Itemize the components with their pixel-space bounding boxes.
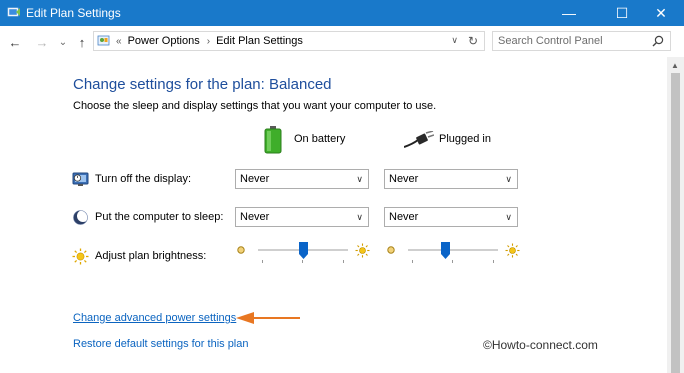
up-button[interactable]: ↑ — [74, 34, 90, 50]
window-title: Edit Plan Settings — [26, 6, 121, 20]
scroll-up-icon[interactable]: ▲ — [671, 61, 679, 70]
bright-sun-icon — [355, 243, 370, 258]
display-battery-select[interactable]: Never ∨ — [235, 169, 369, 189]
sleep-label: Put the computer to sleep: — [95, 211, 224, 223]
page-title: Change settings for the plan: Balanced — [73, 76, 332, 93]
forward-button[interactable]: → — [34, 34, 50, 50]
display-plugged-select[interactable]: Never ∨ — [384, 169, 518, 189]
slider-tick — [412, 260, 413, 263]
control-panel-icon — [97, 35, 110, 46]
watermark: ©Howto-connect.com — [483, 338, 598, 352]
sleep-moon-icon — [73, 210, 89, 225]
slider-thumb[interactable] — [441, 242, 450, 259]
dim-sun-icon — [387, 246, 395, 254]
battery-icon — [264, 126, 282, 154]
display-battery-value: Never — [240, 173, 270, 185]
search-input[interactable] — [498, 33, 643, 49]
slider-tick — [343, 260, 344, 263]
chevron-down-icon: ∨ — [356, 174, 363, 184]
power-options-app-icon — [7, 7, 20, 17]
brightness-battery-slider[interactable] — [258, 242, 348, 263]
slider-thumb[interactable] — [299, 242, 308, 259]
brightness-label: Adjust plan brightness: — [95, 250, 207, 262]
slider-track[interactable] — [408, 249, 498, 251]
slider-tick — [452, 260, 453, 263]
display-icon — [72, 172, 89, 186]
plugged-in-label: Plugged in — [439, 133, 491, 145]
chevron-down-icon: ⌄ — [58, 36, 68, 48]
dim-sun-icon — [237, 246, 245, 254]
slider-tick — [262, 260, 263, 263]
search-icon[interactable] — [652, 35, 664, 47]
chevron-down-icon: ∨ — [505, 174, 512, 184]
close-button[interactable]: ✕ — [638, 0, 684, 26]
change-advanced-power-settings-link[interactable]: Change advanced power settings — [73, 312, 236, 324]
search-box[interactable] — [492, 31, 671, 51]
recent-locations-button[interactable]: ⌄ — [55, 34, 71, 50]
brightness-sun-icon — [72, 248, 89, 265]
back-arrow-icon: ← — [8, 34, 22, 50]
address-dropdown-icon[interactable]: ∨ — [451, 35, 458, 46]
sleep-plugged-value: Never — [389, 211, 419, 223]
bright-sun-icon — [505, 243, 520, 258]
sleep-plugged-select[interactable]: Never ∨ — [384, 207, 518, 227]
up-arrow-icon: ↑ — [78, 34, 86, 50]
chevron-down-icon: ∨ — [356, 212, 363, 222]
overflow-chevron[interactable]: « — [116, 36, 122, 47]
minimize-button[interactable]: — — [546, 0, 592, 26]
minimize-icon: — — [562, 5, 576, 21]
breadcrumb-power-options[interactable]: Power Options — [128, 35, 200, 47]
orange-arrow-annotation — [236, 312, 300, 324]
page-description: Choose the sleep and display settings th… — [73, 100, 437, 112]
breadcrumb-edit-plan-settings[interactable]: Edit Plan Settings — [216, 35, 303, 47]
plug-icon — [404, 131, 434, 148]
breadcrumb-separator-icon[interactable]: › — [207, 36, 210, 47]
sleep-battery-value: Never — [240, 211, 270, 223]
refresh-icon[interactable]: ↻ — [468, 34, 478, 48]
slider-tick — [302, 260, 303, 263]
address-box[interactable]: « Power Options › Edit Plan Settings ∨ ↻ — [93, 31, 485, 51]
slider-tick — [493, 260, 494, 263]
title-bar: Edit Plan Settings — ☐ ✕ — [0, 0, 684, 26]
chevron-down-icon: ∨ — [505, 212, 512, 222]
brightness-plugged-slider[interactable] — [408, 242, 498, 263]
forward-arrow-icon: → — [35, 34, 49, 50]
scrollbar-thumb[interactable] — [671, 73, 680, 373]
maximize-icon: ☐ — [615, 4, 629, 21]
back-button[interactable]: ← — [7, 34, 23, 50]
turn-off-display-label: Turn off the display: — [95, 173, 191, 185]
close-icon: ✕ — [655, 4, 667, 21]
restore-default-settings-link[interactable]: Restore default settings for this plan — [73, 338, 248, 350]
sleep-battery-select[interactable]: Never ∨ — [235, 207, 369, 227]
display-plugged-value: Never — [389, 173, 419, 185]
vertical-scrollbar[interactable]: ▲ — [667, 57, 684, 373]
on-battery-label: On battery — [294, 133, 346, 145]
